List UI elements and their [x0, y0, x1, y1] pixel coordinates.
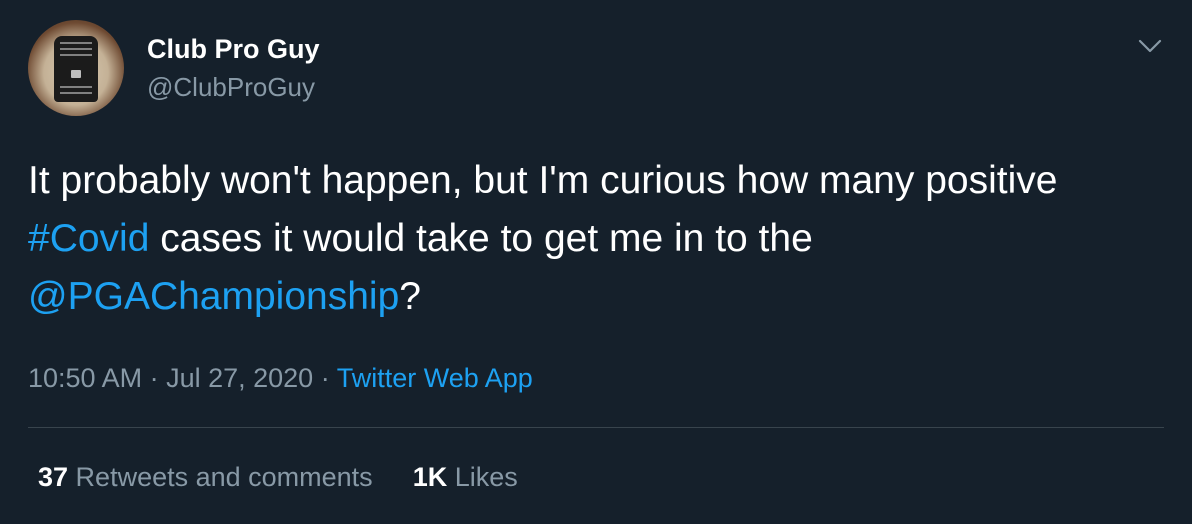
- meta-separator: ·: [313, 363, 337, 393]
- tweet-text-part: It probably won't happen, but I'm curiou…: [28, 159, 1058, 202]
- tweet-text-part: cases it would take to get me in to the: [149, 217, 813, 260]
- tweet-meta: 10:50 AM · Jul 27, 2020 · Twitter Web Ap…: [28, 360, 533, 396]
- divider: [28, 427, 1164, 428]
- hashtag-link[interactable]: #Covid: [28, 217, 149, 260]
- chevron-down-icon[interactable]: [1136, 34, 1164, 58]
- tweet-text: It probably won't happen, but I'm curiou…: [28, 152, 1158, 326]
- tweet-card: Club Pro Guy @ClubProGuy It probably won…: [0, 0, 1192, 524]
- source-app-link[interactable]: Twitter Web App: [337, 363, 533, 393]
- mention-link[interactable]: @PGAChampionship: [28, 275, 399, 318]
- avatar[interactable]: [28, 20, 124, 116]
- user-handle[interactable]: @ClubProGuy: [147, 70, 315, 104]
- meta-separator: ·: [142, 363, 167, 393]
- tweet-text-part: ?: [399, 275, 421, 318]
- retweets-stat[interactable]: 37 Retweets and comments: [38, 459, 373, 495]
- tweet-stats: 37 Retweets and comments 1K Likes: [38, 459, 518, 495]
- display-name[interactable]: Club Pro Guy: [147, 32, 320, 66]
- tweet-time[interactable]: 10:50 AM: [28, 363, 142, 393]
- likes-label: Likes: [447, 462, 518, 492]
- retweets-count: 37: [38, 462, 69, 492]
- likes-count: 1K: [412, 462, 448, 492]
- retweets-label: Retweets and comments: [68, 462, 373, 492]
- tweet-date[interactable]: Jul 27, 2020: [166, 363, 313, 393]
- avatar-shirt-image: [54, 36, 98, 102]
- likes-stat[interactable]: 1K Likes: [413, 459, 518, 495]
